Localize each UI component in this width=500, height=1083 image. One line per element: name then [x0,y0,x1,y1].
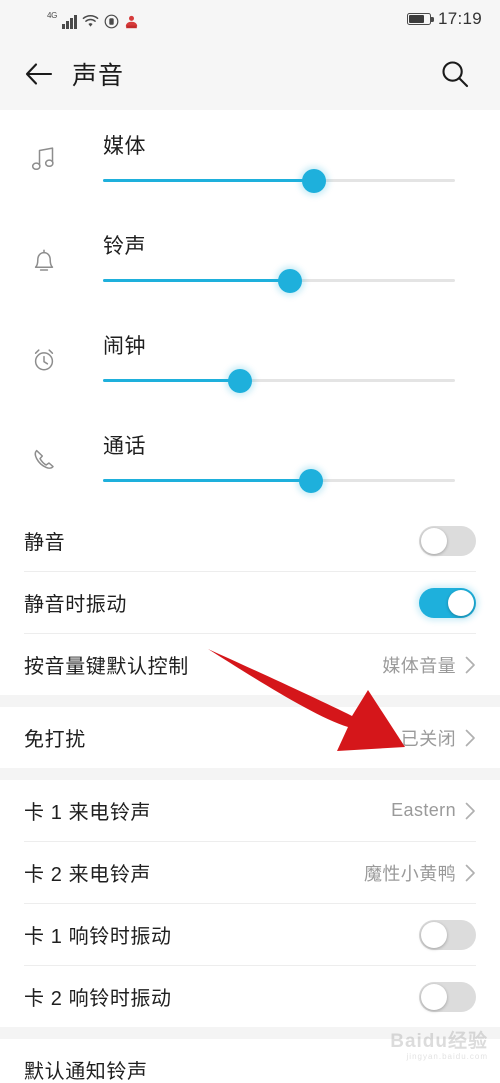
back-arrow-icon [25,63,53,85]
volume-label-ringtone: 铃声 [103,235,146,258]
volume-label-alarm: 闹钟 [103,335,146,358]
slider-thumb[interactable] [277,269,302,293]
watermark-main: Baidu经验 [390,1031,488,1052]
section-gap [0,695,500,707]
music-note-icon [22,138,66,182]
volume-row-media[interactable]: 媒体 [0,110,500,210]
setting-row-sim1-vibrate[interactable]: 卡 1 响铃时振动 [0,904,500,965]
chevron-right-icon [465,656,475,673]
watermark-sub: jingyan.baidu.com [406,1052,488,1061]
setting-row-sim2-vibrate[interactable]: 卡 2 响铃时振动 [0,966,500,1027]
slider-thumb[interactable] [302,169,327,193]
circle-app-icon [104,14,118,29]
setting-value-volume-key-default: 媒体音量 [382,655,456,676]
setting-row-do-not-disturb[interactable]: 免打扰 已关闭 [0,707,500,768]
section-gap [0,768,500,780]
setting-row-mute[interactable]: 静音 [0,510,500,571]
page-title: 声音 [72,62,125,90]
toggle-knob [448,589,474,616]
volume-slider-alarm[interactable] [103,369,455,393]
setting-label-mute: 静音 [24,532,66,554]
volume-row-ringtone[interactable]: 铃声 [0,210,500,310]
status-bar-right-icons: 17:19 [406,9,482,29]
toggle-knob [421,527,447,554]
toggle-vibrate-on-mute[interactable] [419,587,476,618]
wifi-icon [82,14,98,27]
alarm-clock-icon [22,338,66,382]
toggle-mute[interactable] [419,525,476,556]
search-icon [442,61,469,88]
settings-content: 媒体 铃声 闹钟 通话 静音 静音时振动 按音量键默认控制 媒体音量 免打扰 已… [0,110,500,1083]
setting-value-sim2-ringtone: 魔性小黄鸭 [364,863,456,884]
setting-label-sim1-ringtone: 卡 1 来电铃声 [24,802,152,824]
setting-label-volume-key-default: 按音量键默认控制 [24,656,189,678]
status-bar: 4G 17:19 [0,0,500,38]
volume-label-call: 通话 [103,435,146,458]
setting-row-vibrate-on-mute[interactable]: 静音时振动 [0,572,500,633]
battery-icon [406,13,434,25]
chevron-right-icon [465,729,475,746]
chevron-right-icon [465,802,475,819]
phone-screen: 4G 17:19 声音 媒体 铃声 闹钟 通话 静音 静音时振动 按音量键默认控… [0,0,500,1083]
red-app-icon [125,15,137,29]
slider-fill [103,179,315,182]
setting-label-sim1-vibrate: 卡 1 响铃时振动 [24,926,172,948]
status-bar-left-icons: 4G [47,9,139,29]
status-bar-clock: 17:19 [437,9,482,28]
slider-fill [103,279,290,282]
setting-label-sim2-ringtone: 卡 2 来电铃声 [24,864,152,886]
volume-row-call[interactable]: 通话 [0,410,500,510]
slider-thumb[interactable] [298,469,323,493]
volume-slider-media[interactable] [103,169,455,193]
toggle-sim1-vibrate[interactable] [419,919,476,950]
slider-thumb[interactable] [228,369,253,393]
chevron-right-icon [465,864,475,881]
slider-fill [103,379,241,382]
phone-icon [22,438,66,482]
setting-value-sim1-ringtone: Eastern [391,800,456,820]
search-button[interactable] [434,53,476,95]
toggle-knob [421,921,447,948]
setting-label-default-notification-tone: 默认通知铃声 [24,1061,148,1083]
setting-row-volume-key-default[interactable]: 按音量键默认控制 媒体音量 [0,634,500,695]
setting-row-sim2-ringtone[interactable]: 卡 2 来电铃声 魔性小黄鸭 [0,842,500,903]
back-button[interactable] [18,54,58,94]
toggle-knob [421,983,447,1010]
volume-label-media: 媒体 [103,135,146,158]
signal-bars-icon [62,14,77,29]
volume-slider-call[interactable] [103,469,455,493]
volume-row-alarm[interactable]: 闹钟 [0,310,500,410]
setting-row-sim1-ringtone[interactable]: 卡 1 来电铃声 Eastern [0,780,500,841]
volume-slider-ringtone[interactable] [103,269,455,293]
watermark: Baidu经验 jingyan.baidu.com [390,1032,488,1061]
setting-value-do-not-disturb: 已关闭 [400,728,456,749]
bell-icon [22,238,66,282]
setting-label-do-not-disturb: 免打扰 [24,729,86,751]
network-type-label: 4G [47,11,58,20]
app-bar: 声音 [0,38,500,110]
slider-fill [103,479,311,482]
setting-label-vibrate-on-mute: 静音时振动 [24,594,127,616]
setting-label-sim2-vibrate: 卡 2 响铃时振动 [24,988,172,1010]
toggle-sim2-vibrate[interactable] [419,981,476,1012]
